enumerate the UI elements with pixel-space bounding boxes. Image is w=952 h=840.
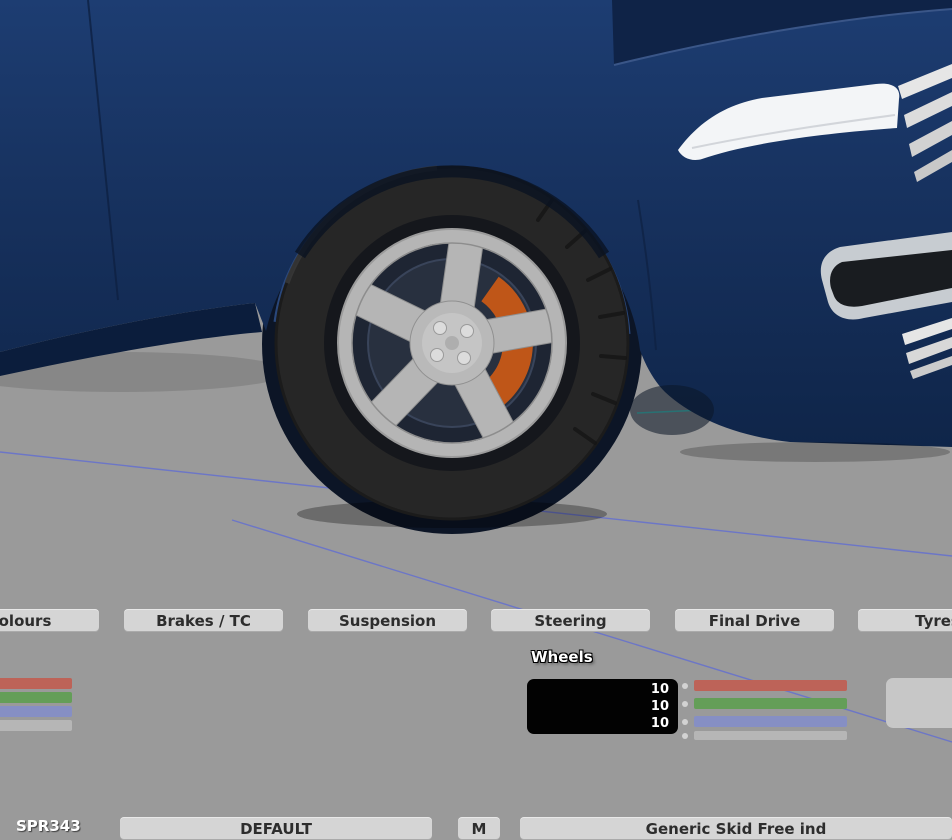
under-car-shadow [630,385,714,435]
left-slider-bar-red[interactable] [0,678,72,689]
setup-name-button[interactable]: DEFAULT [120,817,432,840]
garage-screen: { "viewport": { "colors": { "ground": "#… [0,0,952,840]
tab-tyres[interactable]: Tyres [858,609,952,632]
skin-option-button[interactable]: Generic Skid Free ind [520,817,952,840]
tab-suspension[interactable]: Suspension [308,609,467,632]
m-button[interactable]: M [458,817,500,840]
left-slider-bar-gray[interactable] [0,720,72,731]
slider-dot [682,682,688,689]
tab-brakes-tc[interactable]: Brakes / TC [124,609,283,632]
slider-bar[interactable] [694,731,847,740]
wheels-slider-group [682,680,847,740]
slider-bar[interactable] [694,698,847,709]
wheel-slider-gray[interactable] [682,730,847,741]
left-slider-bar-green[interactable] [0,692,72,703]
slider-dot [682,732,688,739]
wheels-value-box: 10 10 10 [527,679,678,734]
hub-center [445,336,459,350]
wheel-slider-green[interactable] [682,698,847,709]
wheels-panel-title: Wheels [531,648,593,666]
tab-final-drive[interactable]: Final Drive [675,609,834,632]
slider-dot [682,700,688,707]
tab-steering[interactable]: Steering [491,609,650,632]
car-name-label: SPR343 [16,817,81,835]
left-slider-bar-blue[interactable] [0,706,72,717]
slider-dot [682,718,688,725]
tab-colours[interactable]: Colours [0,609,99,632]
slider-bar[interactable] [694,716,847,727]
wheel-slider-red[interactable] [682,680,847,691]
wheel-value-1: 10 [650,682,669,697]
wheel-slider-blue[interactable] [682,716,847,727]
wheel-value-2: 10 [650,699,669,714]
under-bumper-shadow [680,442,950,462]
front-wheel [274,165,630,521]
wheel-value-3: 10 [650,716,669,731]
side-panel-box [886,678,952,728]
slider-bar[interactable] [694,680,847,691]
